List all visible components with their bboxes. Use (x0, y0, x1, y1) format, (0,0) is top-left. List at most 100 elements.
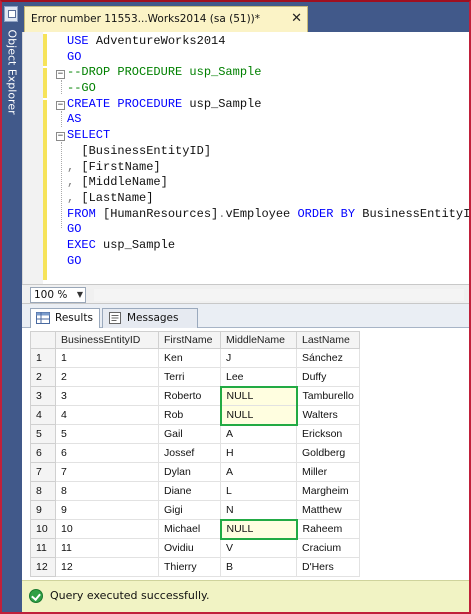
code-line[interactable]: FROM [HumanResources].vEmployee ORDER BY… (67, 207, 469, 223)
code-line[interactable]: , [LastName] (67, 191, 469, 207)
table-cell[interactable]: Terri (158, 367, 221, 387)
table-cell[interactable]: Tamburello (296, 386, 360, 406)
column-header[interactable]: FirstName (158, 331, 221, 349)
table-cell[interactable]: Rob (158, 405, 221, 425)
table-row[interactable]: 11 11 Ovidiu V Cracium (30, 538, 360, 558)
sql-code[interactable]: USE AdventureWorks2014 GO --DROP PROCEDURE… (67, 34, 469, 270)
table-cell[interactable]: Cracium (296, 538, 360, 558)
close-tab-icon[interactable]: ✕ (291, 12, 302, 25)
table-cell[interactable]: 2 (55, 367, 159, 387)
table-cell[interactable]: Sánchez (296, 348, 360, 368)
table-cell[interactable]: Diane (158, 481, 221, 501)
table-row[interactable]: 3 3 Roberto NULL Tamburello (30, 385, 360, 406)
collapse-toggle-icon[interactable]: − (56, 70, 65, 79)
row-number-cell[interactable]: 12 (30, 557, 56, 577)
code-line[interactable]: GO (67, 222, 469, 238)
table-cell[interactable]: NULL (219, 405, 298, 426)
table-cell[interactable]: A (220, 462, 297, 482)
object-explorer-pin-icon[interactable] (4, 6, 18, 22)
table-cell[interactable]: 7 (55, 462, 159, 482)
table-cell[interactable]: 8 (55, 481, 159, 501)
table-row[interactable]: 10 10 Michael NULL Raheem (30, 518, 360, 540)
table-cell[interactable]: N (220, 500, 297, 520)
table-cell[interactable]: Goldberg (296, 443, 360, 463)
table-cell[interactable]: Raheem (296, 519, 360, 539)
row-number-cell[interactable]: 9 (30, 500, 56, 520)
row-number-cell[interactable]: 2 (30, 367, 56, 387)
table-cell[interactable]: 11 (55, 538, 159, 558)
table-cell[interactable]: Miller (296, 462, 360, 482)
table-cell[interactable]: Margheim (296, 481, 360, 501)
tab-messages[interactable]: Messages (102, 308, 198, 328)
query-document-tab[interactable]: Error number 11553...Works2014 (sa (51))… (24, 6, 308, 32)
collapse-toggle-icon[interactable]: − (56, 132, 65, 141)
table-cell[interactable]: NULL (219, 518, 298, 540)
table-row[interactable]: 5 5 Gail A Erickson (30, 424, 360, 444)
table-cell[interactable]: B (220, 557, 297, 577)
table-cell[interactable]: Ken (158, 348, 221, 368)
code-line[interactable]: --GO (67, 81, 469, 97)
table-cell[interactable]: Erickson (296, 424, 360, 444)
row-number-header[interactable] (30, 331, 56, 349)
column-header[interactable]: LastName (296, 331, 360, 349)
table-cell[interactable]: 3 (55, 386, 159, 406)
table-cell[interactable]: Dylan (158, 462, 221, 482)
table-cell[interactable]: Duffy (296, 367, 360, 387)
column-header[interactable]: BusinessEntityID (55, 331, 159, 349)
collapse-toggle-icon[interactable]: − (56, 101, 65, 110)
code-line[interactable]: CREATE PROCEDURE usp_Sample (67, 97, 469, 113)
row-number-cell[interactable]: 5 (30, 424, 56, 444)
code-line[interactable]: GO (67, 50, 469, 66)
table-cell[interactable]: 10 (55, 519, 159, 539)
row-number-cell[interactable]: 8 (30, 481, 56, 501)
table-cell[interactable]: D'Hers (296, 557, 360, 577)
code-line[interactable]: AS (67, 112, 469, 128)
column-header[interactable]: MiddleName (220, 331, 297, 349)
table-cell[interactable]: 12 (55, 557, 159, 577)
table-cell[interactable]: Michael (158, 519, 221, 539)
table-row[interactable]: 1 1 Ken J Sánchez (30, 348, 360, 368)
tab-results[interactable]: Results (30, 308, 100, 328)
table-cell[interactable]: 6 (55, 443, 159, 463)
table-cell[interactable]: J (220, 348, 297, 368)
table-cell[interactable]: 9 (55, 500, 159, 520)
table-cell[interactable]: Gigi (158, 500, 221, 520)
table-cell[interactable]: H (220, 443, 297, 463)
table-cell[interactable]: 4 (55, 405, 159, 425)
query-editor[interactable]: − − − USE AdventureWorks2014 GO --DROP PRO… (22, 32, 469, 284)
table-cell[interactable]: Walters (296, 405, 360, 425)
table-row[interactable]: 8 8 Diane L Margheim (30, 481, 360, 501)
code-line[interactable]: USE AdventureWorks2014 (67, 34, 469, 50)
table-row[interactable]: 4 4 Rob NULL Walters (30, 405, 360, 426)
table-cell[interactable]: Matthew (296, 500, 360, 520)
table-cell[interactable]: NULL (219, 385, 298, 406)
row-number-cell[interactable]: 3 (30, 386, 56, 406)
row-number-cell[interactable]: 7 (30, 462, 56, 482)
code-line[interactable]: , [MiddleName] (67, 175, 469, 191)
results-grid[interactable]: BusinessEntityID FirstName MiddleName La… (22, 328, 469, 580)
code-line[interactable]: EXEC usp_Sample (67, 238, 469, 254)
code-line[interactable]: SELECT (67, 128, 469, 144)
code-line[interactable]: [BusinessEntityID] (67, 144, 469, 160)
code-line[interactable]: GO (67, 254, 469, 270)
table-row[interactable]: 12 12 Thierry B D'Hers (30, 557, 360, 577)
table-cell[interactable]: V (220, 538, 297, 558)
row-number-cell[interactable]: 1 (30, 348, 56, 368)
code-line[interactable]: --DROP PROCEDURE usp_Sample (67, 65, 469, 81)
table-cell[interactable]: Gail (158, 424, 221, 444)
table-cell[interactable]: Ovidiu (158, 538, 221, 558)
table-cell[interactable]: A (220, 424, 297, 444)
row-number-cell[interactable]: 11 (30, 538, 56, 558)
table-row[interactable]: 7 7 Dylan A Miller (30, 462, 360, 482)
row-number-cell[interactable]: 10 (30, 519, 56, 539)
table-row[interactable]: 6 6 Jossef H Goldberg (30, 443, 360, 463)
horizontal-scrollbar[interactable] (94, 289, 464, 301)
zoom-level-select[interactable]: 100 % ▼ (30, 287, 86, 303)
table-cell[interactable]: Thierry (158, 557, 221, 577)
table-cell[interactable]: 1 (55, 348, 159, 368)
table-cell[interactable]: Roberto (158, 386, 221, 406)
row-number-cell[interactable]: 4 (30, 405, 56, 425)
code-line[interactable]: , [FirstName] (67, 160, 469, 176)
row-number-cell[interactable]: 6 (30, 443, 56, 463)
table-row[interactable]: 9 9 Gigi N Matthew (30, 500, 360, 520)
